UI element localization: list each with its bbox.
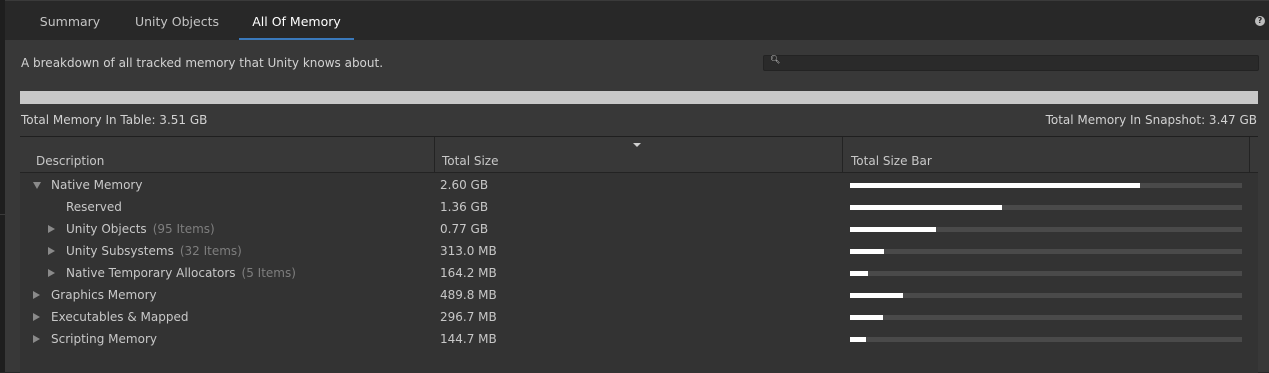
total-memory-in-snapshot: Total Memory In Snapshot: 3.47 GB xyxy=(1045,113,1257,127)
column-header-description[interactable]: Description xyxy=(36,154,104,168)
size-bar-fill xyxy=(850,337,866,342)
row-total-size: 1.36 GB xyxy=(440,200,489,214)
tab-bar: Summary Unity Objects All Of Memory ? xyxy=(5,0,1269,40)
size-bar-fill xyxy=(850,271,869,276)
size-bar-track xyxy=(850,315,1242,320)
row-name: Reserved xyxy=(66,200,122,214)
expand-arrow-right-icon[interactable] xyxy=(33,335,40,343)
row-name: Graphics Memory xyxy=(51,288,157,302)
table-header: Description Total Size Total Size Bar xyxy=(20,137,1258,173)
size-bar-fill xyxy=(850,293,904,298)
row-name-label: Unity Objects xyxy=(66,222,147,236)
row-total-size: 2.60 GB xyxy=(440,178,489,192)
size-bar-track xyxy=(850,227,1242,232)
row-total-size: 0.77 GB xyxy=(440,222,489,236)
row-name: Native Memory xyxy=(51,178,142,192)
tab-unity-objects[interactable]: Unity Objects xyxy=(127,1,227,40)
column-divider[interactable] xyxy=(842,137,843,172)
size-bar-fill xyxy=(850,227,936,232)
size-bar-track xyxy=(850,183,1242,188)
row-name-label: Native Temporary Allocators xyxy=(66,266,236,280)
row-item-count: (5 Items) xyxy=(241,266,296,280)
tab-all-of-memory[interactable]: All Of Memory xyxy=(239,1,354,40)
expand-arrow-right-icon[interactable] xyxy=(48,247,55,255)
column-divider[interactable] xyxy=(1249,137,1250,172)
total-memory-in-table: Total Memory In Table: 3.51 GB xyxy=(21,113,208,127)
row-name-label: Scripting Memory xyxy=(51,332,157,346)
expand-arrow-right-icon[interactable] xyxy=(33,313,40,321)
row-total-size: 296.7 MB xyxy=(440,310,497,324)
row-name: Unity Objects (95 Items) xyxy=(66,222,215,236)
all-of-memory-panel: A breakdown of all tracked memory that U… xyxy=(5,40,1269,373)
size-bar-track xyxy=(850,249,1242,254)
table-row[interactable]: Scripting Memory 144.7 MB xyxy=(20,328,1258,350)
row-name: Native Temporary Allocators (5 Items) xyxy=(66,266,296,280)
column-header-total-size[interactable]: Total Size xyxy=(442,154,498,168)
expand-arrow-right-icon[interactable] xyxy=(33,291,40,299)
row-name: Executables & Mapped xyxy=(51,310,188,324)
search-icon: 🔍︎ xyxy=(770,55,781,64)
table-row[interactable]: Unity Subsystems (32 Items) 313.0 MB xyxy=(20,240,1258,262)
memory-table: Description Total Size Total Size Bar Na… xyxy=(20,136,1258,373)
description-text: A breakdown of all tracked memory that U… xyxy=(21,56,384,70)
size-bar-fill xyxy=(850,205,1003,210)
row-total-size: 489.8 MB xyxy=(440,288,497,302)
size-bar-track xyxy=(850,205,1242,210)
memory-usage-bar xyxy=(20,91,1258,104)
table-row[interactable]: Graphics Memory 489.8 MB xyxy=(20,284,1258,306)
row-item-count: (95 Items) xyxy=(152,222,215,236)
column-header-total-size-bar[interactable]: Total Size Bar xyxy=(851,154,932,168)
size-bar-track xyxy=(850,337,1242,342)
table-row[interactable]: Executables & Mapped 296.7 MB xyxy=(20,306,1258,328)
table-row[interactable]: Native Memory 2.60 GB xyxy=(20,174,1258,196)
table-row[interactable]: Unity Objects (95 Items) 0.77 GB xyxy=(20,218,1258,240)
row-name: Scripting Memory xyxy=(51,332,157,346)
search-input[interactable]: 🔍︎ xyxy=(763,55,1259,71)
expand-arrow-right-icon[interactable] xyxy=(48,225,55,233)
tab-summary[interactable]: Summary xyxy=(20,1,120,40)
expand-arrow-right-icon[interactable] xyxy=(48,269,55,277)
size-bar-fill xyxy=(850,183,1141,188)
row-name: Unity Subsystems (32 Items) xyxy=(66,244,242,258)
row-name-label: Executables & Mapped xyxy=(51,310,189,324)
size-bar-track xyxy=(850,271,1242,276)
sort-descending-icon xyxy=(633,143,641,147)
size-bar-fill xyxy=(850,315,883,320)
row-total-size: 313.0 MB xyxy=(440,244,497,258)
table-row[interactable]: Reserved 1.36 GB xyxy=(20,196,1258,218)
row-name-label: Unity Subsystems xyxy=(66,244,174,258)
row-name-label: Graphics Memory xyxy=(51,288,157,302)
size-bar-track xyxy=(850,293,1242,298)
size-bar-fill xyxy=(850,249,885,254)
row-total-size: 164.2 MB xyxy=(440,266,497,280)
column-divider[interactable] xyxy=(434,137,435,172)
row-total-size: 144.7 MB xyxy=(440,332,497,346)
row-item-count: (32 Items) xyxy=(179,244,242,258)
row-name-label: Native Memory xyxy=(51,178,143,192)
table-row[interactable]: Native Temporary Allocators (5 Items) 164.… xyxy=(20,262,1258,284)
help-icon[interactable]: ? xyxy=(1255,16,1265,26)
row-name-label: Reserved xyxy=(66,200,122,214)
expand-arrow-down-icon[interactable] xyxy=(33,182,41,189)
